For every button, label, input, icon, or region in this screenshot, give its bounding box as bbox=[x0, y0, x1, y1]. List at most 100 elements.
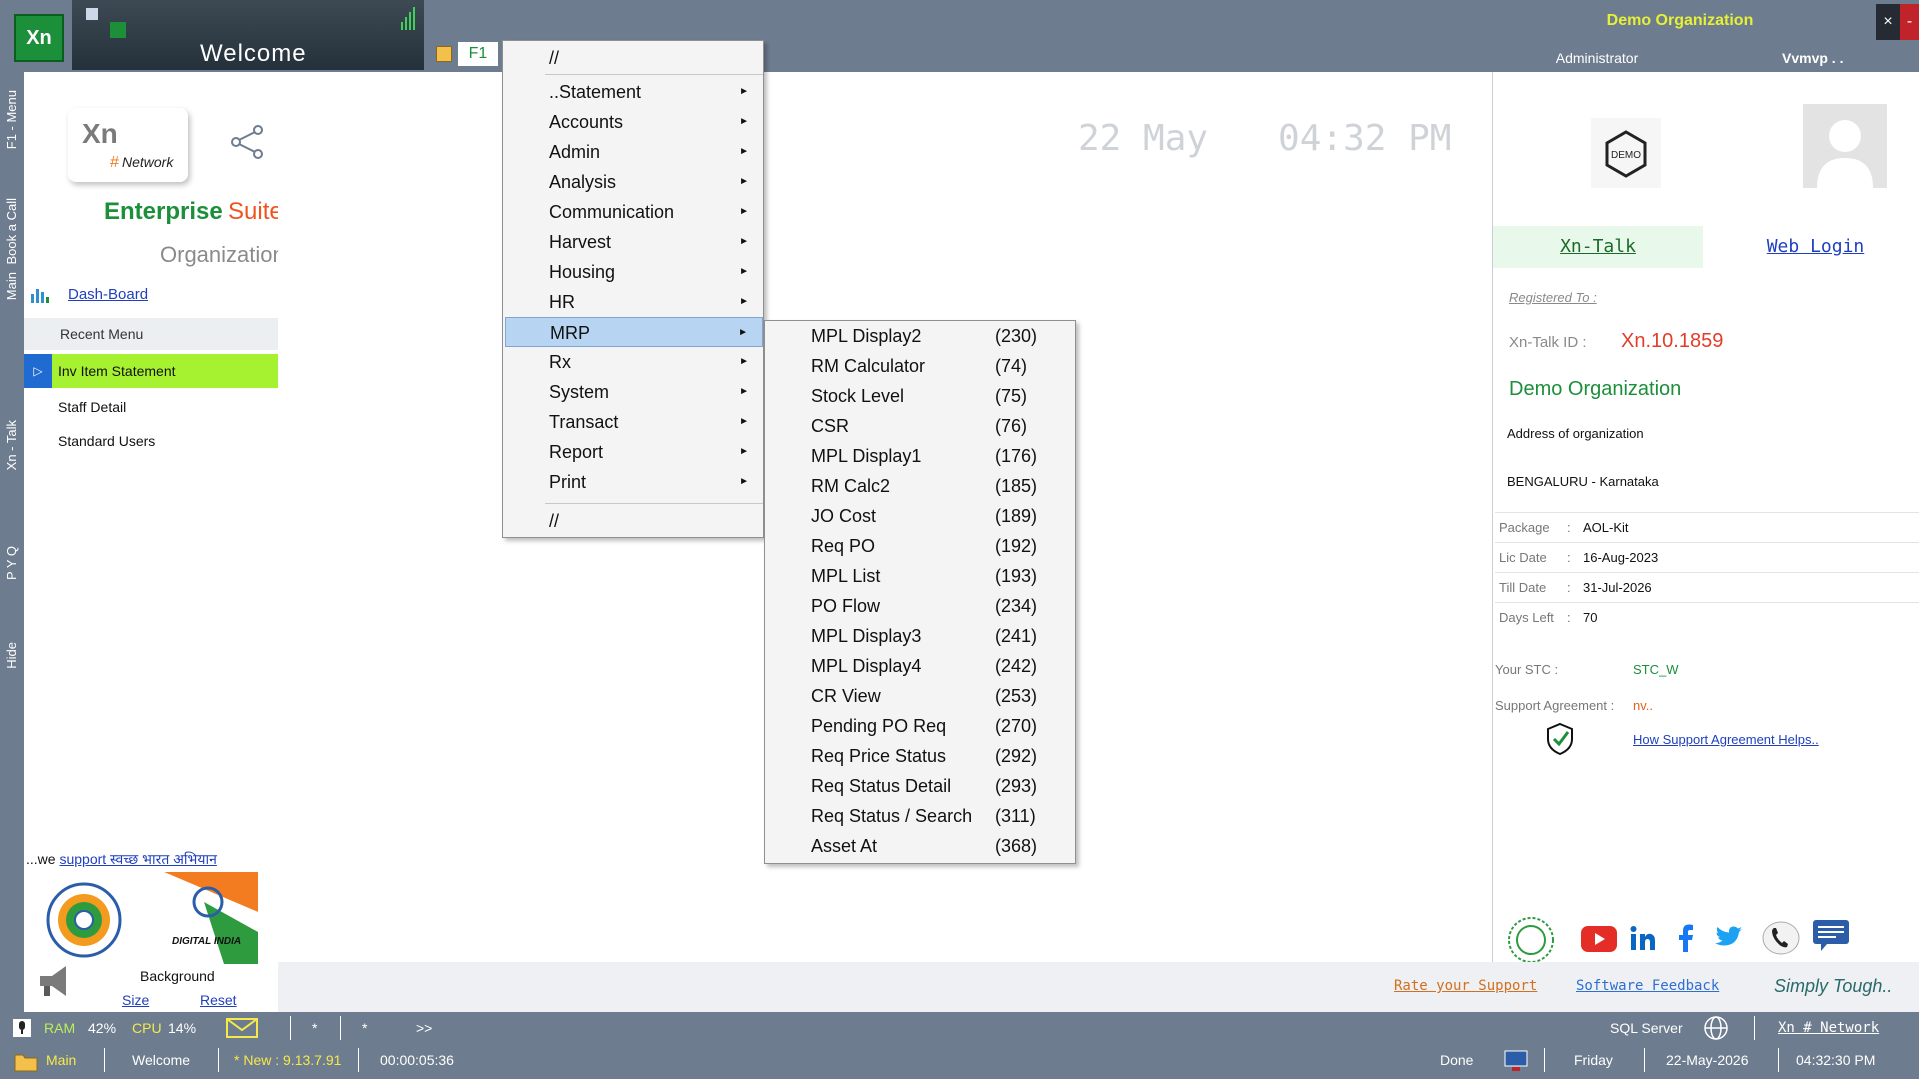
menu-item[interactable]: Admin ► bbox=[505, 137, 763, 167]
menu-item[interactable]: Print ► bbox=[505, 467, 763, 497]
rail-pyq[interactable]: P Y Q bbox=[4, 546, 19, 580]
menu-item[interactable]: Accounts ► bbox=[505, 107, 763, 137]
monitor-icon[interactable] bbox=[1504, 1050, 1528, 1072]
submenu-item[interactable]: Req PO (192) bbox=[767, 531, 1075, 561]
menu-item-label: Rx bbox=[549, 352, 571, 372]
menu-item[interactable]: System ► bbox=[505, 377, 763, 407]
license-colon: : bbox=[1567, 550, 1571, 565]
user-avatar-icon[interactable] bbox=[1803, 104, 1887, 188]
menu-item[interactable]: Housing ► bbox=[505, 257, 763, 287]
menu-item[interactable]: HR ► bbox=[505, 287, 763, 317]
f1-button[interactable]: F1 bbox=[458, 42, 498, 66]
recent-item[interactable]: Staff Detail bbox=[24, 390, 278, 424]
user-label[interactable]: Vvmvp . . bbox=[1782, 50, 1843, 66]
rail-hide[interactable]: Hide bbox=[4, 642, 19, 669]
status-star: * bbox=[362, 1020, 368, 1036]
recent-item[interactable]: ▷ Inv Item Statement bbox=[24, 354, 278, 388]
recent-item[interactable]: Standard Users bbox=[24, 424, 278, 458]
facebook-icon[interactable] bbox=[1677, 924, 1695, 952]
mic-icon[interactable] bbox=[12, 1018, 32, 1038]
submenu-item[interactable]: MPL Display2 (230) bbox=[767, 321, 1075, 351]
app-status-bar: Main Welcome * New : 9.13.7.91 00:00:05:… bbox=[0, 1044, 1919, 1079]
rail-book-call[interactable]: Book a Call bbox=[4, 198, 19, 264]
submenu-item-count: (74) bbox=[995, 356, 1028, 376]
close-button[interactable]: × bbox=[1876, 4, 1900, 40]
submenu-item[interactable]: Stock Level (75) bbox=[767, 381, 1075, 411]
rail-xn-talk[interactable]: Xn - Talk bbox=[4, 420, 19, 470]
menu-item[interactable]: Communication ► bbox=[505, 197, 763, 227]
twitter-icon[interactable] bbox=[1715, 926, 1743, 950]
menu-item[interactable]: Analysis ► bbox=[505, 167, 763, 197]
dashboard-link[interactable]: Dash-Board bbox=[68, 286, 148, 303]
swachh-bharat-logo bbox=[46, 882, 122, 958]
submenu-item-label: MPL Display1 bbox=[811, 446, 922, 466]
xn-talk-link[interactable]: Xn-Talk bbox=[1493, 226, 1703, 268]
xn-network-link[interactable]: Xn # Network bbox=[1778, 1020, 1879, 1036]
chat-icon[interactable] bbox=[1811, 918, 1851, 954]
submenu-item-count: (185) bbox=[995, 476, 1038, 496]
rail-main[interactable]: Main bbox=[4, 272, 19, 300]
submenu-item[interactable]: MPL Display4 (242) bbox=[767, 651, 1075, 681]
more-button[interactable]: >> bbox=[416, 1020, 432, 1036]
f1-menu-icon[interactable] bbox=[436, 46, 452, 62]
submenu-item[interactable]: MPL List (193) bbox=[767, 561, 1075, 591]
folder-icon[interactable] bbox=[14, 1052, 38, 1072]
web-login-link[interactable]: Web Login bbox=[1711, 226, 1919, 268]
youtube-icon[interactable] bbox=[1581, 926, 1617, 952]
menu-item[interactable]: Harvest ► bbox=[505, 227, 763, 257]
background-reset-link[interactable]: Reset bbox=[200, 992, 237, 1008]
submenu-item[interactable]: Pending PO Req (270) bbox=[767, 711, 1075, 741]
submenu-item[interactable]: RM Calc2 (185) bbox=[767, 471, 1075, 501]
menu-item[interactable]: Rx ► bbox=[505, 347, 763, 377]
submenu-item[interactable]: JO Cost (189) bbox=[767, 501, 1075, 531]
submenu-item[interactable]: Req Status Detail (293) bbox=[767, 771, 1075, 801]
submenu-item-count: (176) bbox=[995, 446, 1038, 466]
menu-item[interactable]: MRP ► bbox=[505, 317, 763, 347]
submenu-item-label: Req PO bbox=[811, 536, 876, 556]
minimize-button[interactable]: - bbox=[1900, 4, 1919, 40]
status-day: Friday bbox=[1574, 1052, 1613, 1068]
megaphone-icon[interactable] bbox=[34, 960, 76, 1002]
menu-item[interactable]: ..Statement ► bbox=[505, 77, 763, 107]
globe-icon[interactable] bbox=[1702, 1015, 1730, 1041]
new-version-label[interactable]: * New : 9.13.7.91 bbox=[234, 1052, 341, 1068]
linkedin-icon[interactable] bbox=[1629, 924, 1657, 952]
submenu-item-label: JO Cost bbox=[811, 506, 877, 526]
menu-item[interactable]: Transact ► bbox=[505, 407, 763, 437]
submenu-item[interactable]: Req Price Status (292) bbox=[767, 741, 1075, 771]
menu-item[interactable]: Report ► bbox=[505, 437, 763, 467]
status-main-label[interactable]: Main bbox=[46, 1052, 76, 1068]
submenu-item[interactable]: MPL Display1 (176) bbox=[767, 441, 1075, 471]
submenu-item-count: (189) bbox=[995, 506, 1038, 526]
submenu-item[interactable]: MPL Display3 (241) bbox=[767, 621, 1075, 651]
app-logo[interactable]: Xn bbox=[14, 14, 64, 62]
submenu-item[interactable]: Asset At (368) bbox=[767, 831, 1075, 861]
submenu-item[interactable]: PO Flow (234) bbox=[767, 591, 1075, 621]
submenu-item-label: MPL Display4 bbox=[811, 656, 922, 676]
submenu-item[interactable]: CSR (76) bbox=[767, 411, 1075, 441]
stc-value: STC_W bbox=[1633, 662, 1679, 677]
rail-f1-menu[interactable]: F1 - Menu bbox=[4, 90, 19, 149]
xn-talk-id-value: Xn.10.1859 bbox=[1621, 330, 1724, 352]
submenu-arrow-icon: ► bbox=[739, 206, 749, 217]
submenu-arrow-icon: ► bbox=[739, 446, 749, 457]
submenu-item[interactable]: Req Status / Search (311) bbox=[767, 801, 1075, 831]
phone-icon[interactable] bbox=[1761, 920, 1801, 956]
license-key: Days Left bbox=[1499, 610, 1554, 625]
swachh-link[interactable]: support स्वच्छ भारत अभियान bbox=[59, 851, 216, 867]
suite-label: Suite bbox=[228, 198, 283, 225]
license-colon: : bbox=[1567, 580, 1571, 595]
rate-support-link[interactable]: Rate your Support bbox=[1394, 978, 1537, 994]
mail-icon[interactable] bbox=[226, 1018, 258, 1038]
shield-check-icon bbox=[1547, 722, 1573, 756]
submenu-item[interactable]: CR View (253) bbox=[767, 681, 1075, 711]
submenu-arrow-icon: ► bbox=[739, 146, 749, 157]
submenu-item[interactable]: RM Calculator (74) bbox=[767, 351, 1075, 381]
software-feedback-link[interactable]: Software Feedback bbox=[1576, 978, 1719, 994]
clock-display: 22 May 04:32 PM bbox=[1078, 118, 1451, 159]
share-icon[interactable] bbox=[228, 122, 268, 162]
submenu-item-label: RM Calc2 bbox=[811, 476, 891, 496]
support-help-link[interactable]: How Support Agreement Helps.. bbox=[1633, 732, 1819, 747]
background-size-link[interactable]: Size bbox=[122, 992, 149, 1008]
menu-item-label: Print bbox=[549, 472, 587, 492]
